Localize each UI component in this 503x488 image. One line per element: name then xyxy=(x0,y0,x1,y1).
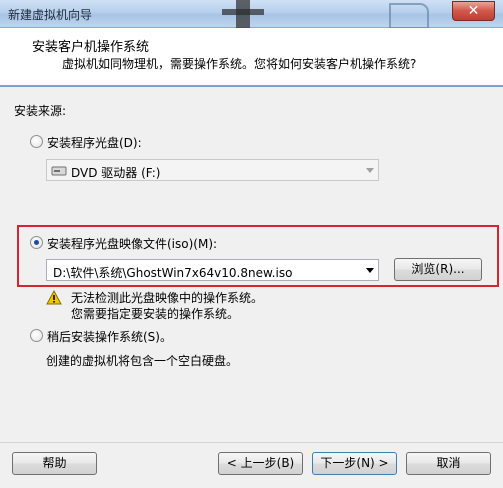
dvd-drive-icon xyxy=(51,166,67,176)
later-option-label[interactable]: 稍后安装操作系统(S)。 xyxy=(47,328,172,345)
background-decoration-icon xyxy=(389,3,429,28)
warning-line-2: 您需要指定要安装的操作系统。 xyxy=(71,307,240,321)
iso-path-value: D:\软件\系统\GhostWin7x64v10.8new.iso xyxy=(53,266,293,280)
close-icon: ✕ xyxy=(467,3,480,19)
next-button[interactable]: 下一步(N) > xyxy=(312,452,397,475)
wizard-body: 安装来源: 安装程序光盘(D): DVD 驱动器 (F:) 安装程序光盘映像文件… xyxy=(0,87,503,488)
warning-icon xyxy=(46,290,62,305)
later-radio[interactable] xyxy=(30,329,43,342)
disc-drive-value: DVD 驱动器 (F:) xyxy=(71,166,161,180)
footer-divider xyxy=(0,442,503,443)
warning-line-1: 无法检测此光盘映像中的操作系统。 xyxy=(71,291,264,305)
iso-path-select[interactable]: D:\软件\系统\GhostWin7x64v10.8new.iso xyxy=(46,259,379,281)
cancel-button[interactable]: 取消 xyxy=(406,452,491,475)
page-title: 安装客户机操作系统 xyxy=(32,40,150,55)
window-title: 新建虚拟机向导 xyxy=(8,8,93,22)
disc-radio[interactable] xyxy=(30,135,43,148)
wizard-header: 安装客户机操作系统 虚拟机如同物理机，需要操作系统。您将如何安装客户机操作系统? xyxy=(0,28,503,86)
background-decoration-icon xyxy=(222,0,264,28)
help-button[interactable]: 帮助 xyxy=(12,452,97,475)
title-bar: 新建虚拟机向导 ✕ xyxy=(0,0,503,28)
iso-radio[interactable] xyxy=(30,236,43,249)
source-label: 安装来源: xyxy=(14,104,67,118)
back-button[interactable]: < 上一步(B) xyxy=(218,452,303,475)
close-button[interactable]: ✕ xyxy=(452,1,495,21)
browse-button[interactable]: 浏览(R)... xyxy=(394,258,482,281)
disc-option-label[interactable]: 安装程序光盘(D): xyxy=(47,134,142,151)
disc-drive-select: DVD 驱动器 (F:) xyxy=(46,159,379,181)
page-subtitle: 虚拟机如同物理机，需要操作系统。您将如何安装客户机操作系统? xyxy=(62,57,417,71)
iso-option-label[interactable]: 安装程序光盘映像文件(iso)(M): xyxy=(47,235,217,252)
chevron-down-icon[interactable] xyxy=(366,268,374,273)
later-description: 创建的虚拟机将包含一个空白硬盘。 xyxy=(46,354,239,368)
chevron-down-icon xyxy=(366,168,374,173)
